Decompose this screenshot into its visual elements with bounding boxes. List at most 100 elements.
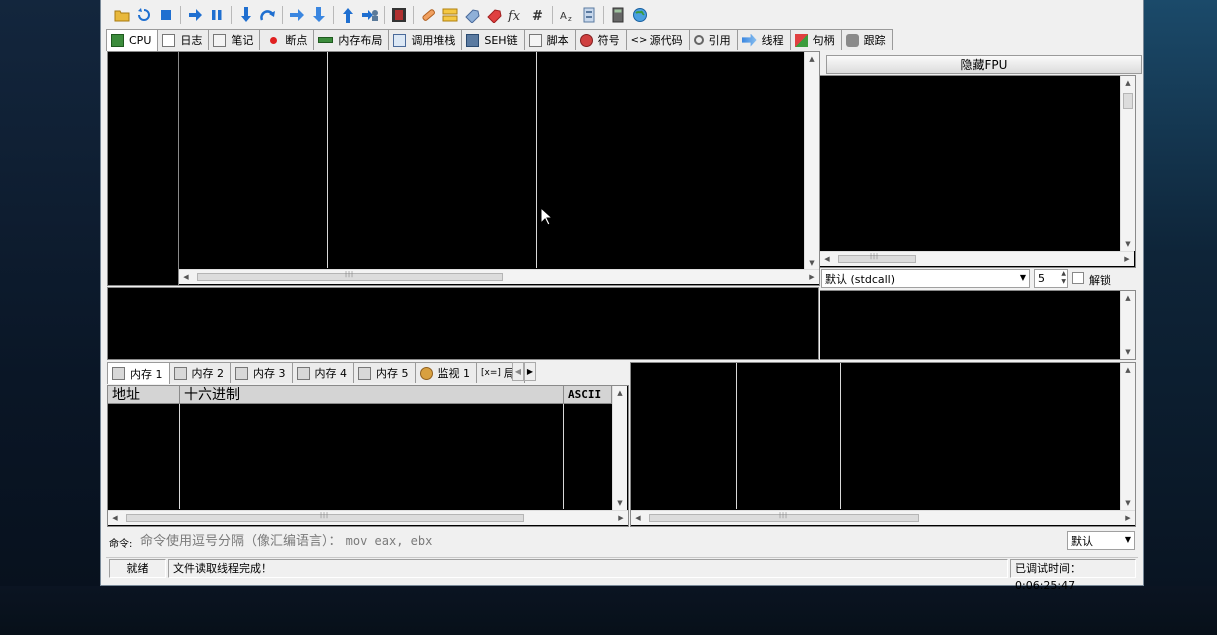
tab-label: CPU <box>129 34 152 47</box>
disassembly-vertical-scrollbar[interactable]: ▲ ▼ <box>804 52 819 270</box>
status-bar: 就绪 文件读取线程完成！ 已调试时间： 0:06:25:47 <box>106 557 1138 592</box>
scroll-right-icon[interactable]: ▶ <box>805 270 819 284</box>
tab-script[interactable]: 脚本 <box>523 29 576 50</box>
scroll-thumb[interactable] <box>1123 93 1133 109</box>
tab-notes[interactable]: 笔记 <box>208 29 261 50</box>
disassembly-horizontal-scrollbar[interactable]: ◀ ||| ▶ <box>179 269 819 284</box>
memory-dump-icon <box>112 367 125 380</box>
scroll-up-icon[interactable]: ▲ <box>1121 363 1135 377</box>
stack-horizontal-scrollbar[interactable]: ◀ ||| ▶ <box>631 510 1135 525</box>
tab-memory-map[interactable]: 内存布局 <box>313 29 390 50</box>
scroll-left-icon[interactable]: ◀ <box>179 270 193 284</box>
toolbar-separator <box>180 6 181 24</box>
tab-source[interactable]: <> 源代码 <box>625 29 690 50</box>
stack-vertical-scrollbar[interactable]: ▲ ▼ <box>1120 363 1135 510</box>
scroll-left-icon[interactable]: ◀ <box>820 252 834 266</box>
restart-icon[interactable] <box>133 4 155 26</box>
tab-dump-5[interactable]: 内存 5 <box>353 362 416 383</box>
step-over-icon[interactable] <box>257 4 279 26</box>
tab-log[interactable]: 日志 <box>157 29 210 50</box>
strings-icon[interactable]: Az <box>556 4 578 26</box>
command-input[interactable]: 命令使用逗号分隔（像汇编语言）： mov eax, ebx <box>138 532 1063 550</box>
tab-cpu[interactable]: CPU <box>106 29 159 51</box>
dump-vertical-scrollbar[interactable]: ▲ ▼ <box>612 386 627 510</box>
scroll-right-icon[interactable]: ▶ <box>1120 252 1134 266</box>
tab-seh-chain[interactable]: SEH链 <box>461 29 525 50</box>
patches-icon[interactable] <box>417 4 439 26</box>
tab-label: 内存 4 <box>314 367 348 380</box>
execute-till-return-icon[interactable] <box>337 4 359 26</box>
disassembly-panel[interactable]: ▲ ▼ ◀ ||| ▶ <box>107 51 820 286</box>
trace-over-icon[interactable] <box>308 4 330 26</box>
scroll-up-icon[interactable]: ▲ <box>1121 291 1135 305</box>
unlock-checkbox[interactable] <box>1072 272 1084 284</box>
argument-count-spinner[interactable]: 5 ▲ ▼ <box>1034 269 1068 288</box>
tab-call-stack[interactable]: 调用堆栈 <box>388 29 463 50</box>
memory-dump-panel[interactable]: 地址 十六进制 ASCII ▲ ▼ ◀ ||| ▶ <box>107 385 629 527</box>
tab-breakpoints[interactable]: 断点 <box>259 29 315 50</box>
tab-symbols[interactable]: 符号 <box>574 29 627 50</box>
tab-scroll-left-icon[interactable]: ◀ <box>512 362 524 381</box>
tab-threads[interactable]: 线程 <box>736 29 791 50</box>
run-to-user-code-icon[interactable] <box>359 4 381 26</box>
scroll-right-icon[interactable]: ▶ <box>614 511 628 525</box>
hide-fpu-button[interactable]: 隐藏FPU <box>826 55 1142 74</box>
tab-references[interactable]: 引用 <box>688 29 738 50</box>
scroll-down-icon[interactable]: ▼ <box>805 256 819 270</box>
step-into-icon[interactable] <box>235 4 257 26</box>
command-mode-select[interactable]: 默认 ▼ <box>1067 531 1135 550</box>
spinner-arrows-icon[interactable]: ▲ ▼ <box>1061 270 1066 286</box>
column-header-ascii[interactable]: ASCII <box>564 386 612 404</box>
scroll-down-icon[interactable]: ▼ <box>1121 237 1135 251</box>
scroll-grip-icon: ||| <box>779 512 789 519</box>
open-icon[interactable] <box>111 4 133 26</box>
tab-scroll-right-icon[interactable]: ▶ <box>524 362 536 381</box>
scroll-up-icon[interactable]: ▲ <box>1121 76 1135 90</box>
trace-into-icon[interactable] <box>286 4 308 26</box>
functions-icon[interactable]: fx <box>505 4 527 26</box>
run-icon[interactable] <box>184 4 206 26</box>
tab-watch-1[interactable]: 监视 1 <box>414 362 477 383</box>
pause-icon[interactable] <box>206 4 228 26</box>
stack-column-divider <box>736 363 737 509</box>
scroll-down-icon[interactable]: ▼ <box>1121 345 1135 359</box>
column-header-hex[interactable]: 十六进制 <box>180 386 564 404</box>
variables-icon[interactable]: # <box>527 4 549 26</box>
toolbar-separator <box>333 6 334 24</box>
tab-dump-4[interactable]: 内存 4 <box>291 362 354 383</box>
dump-tab-bar: 内存 1 内存 2 内存 3 内存 4 内存 5 监视 1 [x=] 局 ◀ ▶ <box>107 362 536 384</box>
column-header-address[interactable]: 地址 <box>108 386 180 404</box>
scroll-left-icon[interactable]: ◀ <box>631 511 645 525</box>
scroll-right-icon[interactable]: ▶ <box>1121 511 1135 525</box>
tab-dump-1[interactable]: 内存 1 <box>107 362 170 384</box>
calculator-icon[interactable] <box>607 4 629 26</box>
chevron-down-icon: ▼ <box>1019 273 1026 282</box>
registers-vertical-scrollbar[interactable]: ▲ ▼ <box>1120 76 1135 251</box>
scylla-icon[interactable] <box>388 4 410 26</box>
arguments-panel[interactable]: ▲ ▼ <box>820 290 1136 360</box>
scroll-down-icon[interactable]: ▼ <box>1121 496 1135 510</box>
toolbar-separator <box>384 6 385 24</box>
comments-icon[interactable] <box>439 4 461 26</box>
website-icon[interactable] <box>629 4 651 26</box>
arguments-vertical-scrollbar[interactable]: ▲ ▼ <box>1120 291 1135 359</box>
scroll-up-icon[interactable]: ▲ <box>805 52 819 66</box>
toolbar-separator <box>231 6 232 24</box>
tab-dump-3[interactable]: 内存 3 <box>230 362 293 383</box>
registers-panel[interactable]: ▲ ▼ ◀ ||| ▶ <box>820 75 1136 268</box>
intermodular-calls-icon[interactable] <box>578 4 600 26</box>
tab-handles[interactable]: 句柄 <box>789 29 842 50</box>
tab-dump-2[interactable]: 内存 2 <box>168 362 231 383</box>
registers-horizontal-scrollbar[interactable]: ◀ ||| ▶ <box>820 251 1134 266</box>
dump-horizontal-scrollbar[interactable]: ◀ ||| ▶ <box>108 510 628 525</box>
labels-icon[interactable] <box>461 4 483 26</box>
scroll-down-icon[interactable]: ▼ <box>613 496 627 510</box>
calling-convention-select[interactable]: 默认 (stdcall) ▼ <box>821 269 1030 288</box>
scroll-left-icon[interactable]: ◀ <box>108 511 122 525</box>
stop-icon[interactable] <box>155 4 177 26</box>
bookmarks-icon[interactable] <box>483 4 505 26</box>
scroll-up-icon[interactable]: ▲ <box>613 386 627 400</box>
tab-trace[interactable]: 跟踪 <box>840 29 893 50</box>
desktop-background-right <box>1144 0 1217 635</box>
stack-panel[interactable]: ▲ ▼ ◀ ||| ▶ <box>630 362 1136 527</box>
